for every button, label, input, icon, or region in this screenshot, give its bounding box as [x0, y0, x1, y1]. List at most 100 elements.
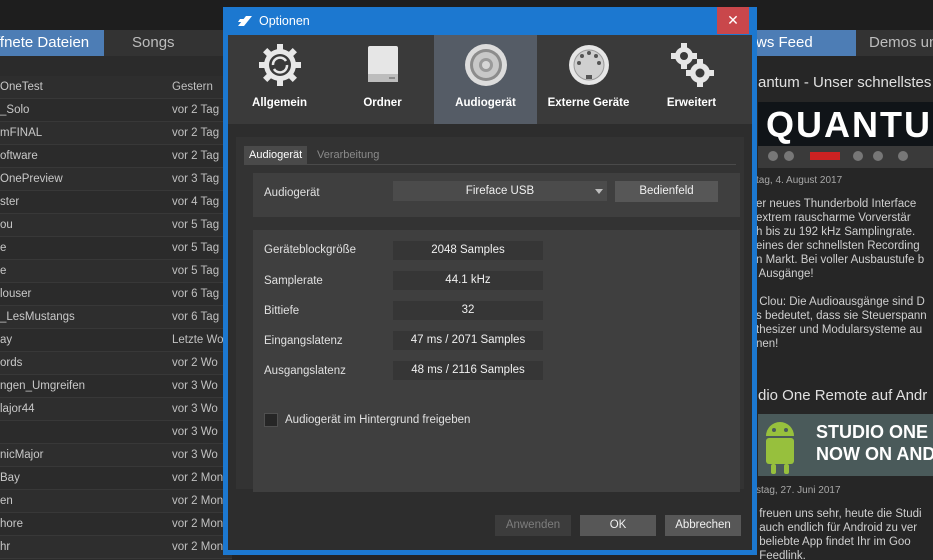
setting-label: Eingangslatenz: [264, 335, 343, 347]
right-tabbar: ws Feed Demos un: [750, 30, 933, 56]
dialog-title: Optionen: [259, 14, 310, 28]
category-label: Erweitert: [666, 97, 717, 109]
news-banner-image[interactable]: STUDIO ONE RE NOW ON ANDR: [758, 414, 933, 476]
category-label: Allgemein: [252, 97, 307, 109]
file-name: _LesMustangs: [0, 311, 75, 323]
list-item[interactable]: ords vor 2 Wo: [0, 352, 232, 375]
dialog-titlebar[interactable]: Optionen ✕: [223, 7, 757, 35]
apply-button[interactable]: Anwenden: [495, 515, 571, 536]
tab-songs[interactable]: Songs: [124, 30, 183, 56]
list-item[interactable]: ster vor 4 Tag: [0, 191, 232, 214]
tab-news-feed[interactable]: ws Feed: [750, 30, 856, 56]
news-body: freuen uns sehr, heute die Studi auch en…: [759, 508, 922, 560]
news-date: stag, 27. Juni 2017: [756, 485, 841, 496]
list-item[interactable]: OnePreview vor 3 Tag: [0, 168, 232, 191]
category-label: Externe Geräte: [547, 97, 630, 109]
category-bar: Allgemein Ordner Audiogerät Externe Gerä…: [228, 35, 752, 124]
file-name: OneTest: [0, 81, 43, 93]
left-tabbar: ffnete Dateien Songs: [0, 30, 232, 56]
device-panel: Audiogerät Fireface USB Bedienfeld: [253, 173, 740, 217]
news-body: er neues Thunderbold Interface extrem ra…: [756, 198, 927, 350]
studio-one-logo-icon: [238, 16, 252, 26]
list-item[interactable]: e vor 5 Tag: [0, 260, 232, 283]
file-name: ords: [0, 357, 23, 369]
list-item[interactable]: _LesMustangs vor 6 Tag: [0, 306, 232, 329]
device-label: Audiogerät: [264, 187, 320, 199]
list-item[interactable]: hr vor 2 Mon: [0, 536, 232, 559]
list-item[interactable]: hore vor 2 Mon: [0, 513, 232, 536]
category-audiogeraet[interactable]: Audiogerät: [434, 35, 537, 124]
news-banner-image[interactable]: QUANTUM: [758, 102, 933, 168]
file-name: lajor44: [0, 403, 35, 415]
news-title[interactable]: antum - Unser schnellstes: [758, 74, 931, 91]
banner-text: QUANTUM: [766, 104, 933, 145]
file-name: ngen_Umgreifen: [0, 380, 86, 392]
background-release-checkbox[interactable]: [264, 413, 278, 427]
list-item[interactable]: ngen_Umgreifen vor 3 Wo: [0, 375, 232, 398]
category-ordner[interactable]: Ordner: [331, 35, 434, 124]
ok-button[interactable]: OK: [580, 515, 656, 536]
file-name: ster: [0, 196, 20, 208]
file-list: OneTest Gestern _Solo vor 2 Tag mFINAL vor …: [0, 56, 232, 559]
android-icon: [766, 422, 794, 474]
audio-device-select[interactable]: Fireface USB: [393, 181, 607, 201]
close-button[interactable]: ✕: [717, 7, 749, 34]
gears-icon: [671, 43, 714, 87]
list-item[interactable]: vor 3 Wo: [0, 421, 232, 444]
setting-label: Bittiefe: [264, 305, 300, 317]
file-name: en: [0, 495, 13, 507]
setting-label: Samplerate: [264, 275, 323, 287]
tab-demos[interactable]: Demos un: [869, 30, 933, 56]
banner-line1: STUDIO ONE RE: [816, 422, 933, 442]
list-item[interactable]: oftware vor 2 Tag: [0, 145, 232, 168]
list-item[interactable]: e vor 5 Tag: [0, 237, 232, 260]
tab-audiogeraet[interactable]: Audiogerät: [244, 146, 308, 164]
news-title[interactable]: dio One Remote auf Andr: [758, 387, 927, 404]
list-item[interactable]: OneTest Gestern: [0, 76, 232, 99]
list-item[interactable]: en vor 2 Mon: [0, 490, 232, 513]
banner-line2: NOW ON ANDR: [816, 444, 933, 464]
file-name: Bay: [0, 472, 20, 484]
news-date: tag, 4. August 2017: [756, 175, 843, 186]
bit-depth-field: 32: [393, 301, 543, 320]
file-name: e: [0, 242, 7, 254]
file-name: hr: [0, 541, 11, 553]
setting-label: Ausgangslatenz: [264, 365, 346, 377]
list-item[interactable]: Bay vor 2 Mon: [0, 467, 232, 490]
output-latency-field: 48 ms / 2116 Samples: [393, 361, 543, 380]
gear-refresh-icon: [259, 44, 301, 86]
block-size-field[interactable]: 2048 Samples: [393, 241, 543, 260]
category-allgemein[interactable]: Allgemein: [228, 35, 331, 124]
list-item[interactable]: louser vor 6 Tag: [0, 283, 232, 306]
file-name: ay: [0, 334, 13, 346]
tab-recent-files[interactable]: ffnete Dateien: [0, 30, 104, 56]
options-dialog: Optionen ✕ Allgemein Ordner Audiogerät E…: [223, 7, 757, 555]
cancel-button[interactable]: Abbrechen: [665, 515, 741, 536]
list-item[interactable]: nicMajor vor 3 Wo: [0, 444, 232, 467]
category-label: Ordner: [363, 97, 402, 109]
selected-device: Fireface USB: [465, 185, 535, 197]
file-name: louser: [0, 288, 32, 300]
category-externe-geraete[interactable]: Externe Geräte: [537, 35, 640, 124]
interface-device-image: [758, 146, 933, 168]
list-item[interactable]: mFINAL vor 2 Tag: [0, 122, 232, 145]
background-release-label[interactable]: Audiogerät im Hintergrund freigeben: [285, 414, 470, 426]
sample-rate-field[interactable]: 44.1 kHz: [393, 271, 543, 290]
recent-files-panel: ffnete Dateien Songs OneTest Gestern _Sol…: [0, 30, 232, 560]
drive-icon: [368, 46, 398, 82]
midi-port-icon: [569, 45, 609, 85]
file-name: mFINAL: [0, 127, 43, 139]
list-item[interactable]: ay Letzte Wo: [0, 329, 232, 352]
category-erweitert[interactable]: Erweitert: [640, 35, 743, 124]
control-panel-button[interactable]: Bedienfeld: [615, 181, 718, 202]
file-name: _Solo: [0, 104, 30, 116]
list-item[interactable]: _Solo vor 2 Tag: [0, 99, 232, 122]
setting-label: Geräteblockgröße: [264, 244, 357, 256]
file-name: e: [0, 265, 7, 277]
tab-verarbeitung[interactable]: Verarbeitung: [312, 146, 384, 164]
list-item[interactable]: lajor44 vor 3 Wo: [0, 398, 232, 421]
speaker-icon: [465, 44, 507, 86]
category-label: Audiogerät: [455, 97, 516, 109]
file-name: hore: [0, 518, 24, 530]
list-item[interactable]: ou vor 5 Tag: [0, 214, 232, 237]
